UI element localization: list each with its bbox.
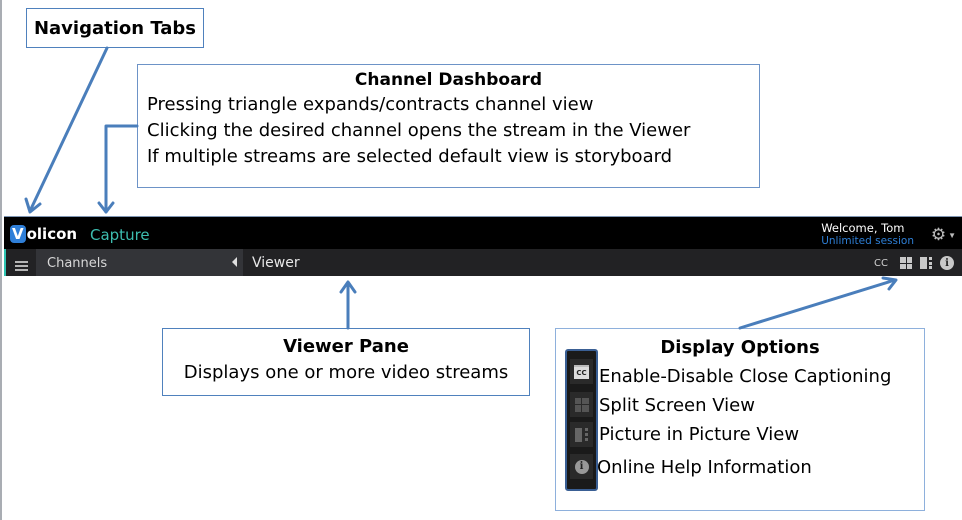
display-option-label: Picture in Picture View bbox=[599, 424, 800, 445]
session-status: Unlimited session bbox=[821, 235, 914, 247]
display-option-label: Online Help Information bbox=[597, 457, 812, 478]
collapse-channels-triangle-icon[interactable] bbox=[232, 257, 237, 267]
volicon-logo[interactable]: Volicon bbox=[10, 225, 77, 243]
hamburger-icon bbox=[14, 260, 28, 271]
display-options-toolbar: CC i bbox=[874, 254, 954, 272]
channels-panel-header: Channels bbox=[36, 249, 243, 276]
nav-tab-capture[interactable]: Capture bbox=[90, 226, 150, 244]
display-options-icon-strip: CC i bbox=[565, 349, 598, 491]
navigation-tabs-callout: Navigation Tabs bbox=[26, 8, 204, 48]
callout-title: Channel Dashboard bbox=[354, 70, 543, 90]
display-option-label: Enable-Disable Close Captioning bbox=[599, 366, 892, 387]
callout-title: Navigation Tabs bbox=[33, 17, 197, 39]
viewer-pane-callout: Viewer Pane Displays one or more video s… bbox=[162, 328, 530, 396]
callout-line: If multiple streams are selected default… bbox=[147, 146, 673, 167]
welcome-text: Welcome, Tom bbox=[821, 221, 905, 235]
app-header: Volicon Capture Welcome, Tom Unlimited s… bbox=[4, 216, 962, 250]
user-welcome: Welcome, Tom Unlimited session bbox=[821, 221, 914, 248]
picture-in-picture-icon bbox=[570, 422, 593, 447]
closed-caption-button[interactable]: CC bbox=[874, 258, 888, 269]
display-options-callout: Display Options CC i Enable-Disable Clos… bbox=[555, 328, 925, 511]
picture-in-picture-button[interactable] bbox=[920, 257, 932, 269]
info-icon: i bbox=[570, 454, 593, 479]
viewer-arrowhead bbox=[339, 280, 357, 294]
split-screen-icon bbox=[570, 392, 593, 417]
display-option-label: Split Screen View bbox=[599, 395, 755, 416]
channels-label[interactable]: Channels bbox=[47, 256, 107, 271]
display-options-arrow-line bbox=[738, 278, 897, 330]
nav-tabs-arrow-line bbox=[28, 46, 109, 213]
channel-dashboard-callout: Channel Dashboard Pressing triangle expa… bbox=[137, 64, 760, 188]
dashboard-arrowhead bbox=[97, 201, 115, 214]
split-screen-button[interactable] bbox=[900, 257, 912, 269]
window-edge bbox=[0, 0, 2, 520]
viewer-label: Viewer bbox=[252, 255, 300, 271]
display-options-arrowhead bbox=[881, 276, 898, 291]
closed-caption-icon: CC bbox=[570, 359, 593, 384]
menu-button[interactable] bbox=[6, 249, 36, 276]
dashboard-arrow-line bbox=[104, 124, 139, 214]
info-button[interactable]: i bbox=[940, 256, 954, 270]
callout-title: Viewer Pane bbox=[283, 336, 409, 357]
callout-line: Pressing triangle expands/contracts chan… bbox=[147, 94, 594, 115]
callout-line: Displays one or more video streams bbox=[183, 362, 509, 383]
settings-button[interactable]: ⚙ ▼ bbox=[931, 225, 956, 245]
callout-title: Display Options bbox=[660, 337, 820, 358]
callout-line: Clicking the desired channel opens the s… bbox=[147, 120, 691, 141]
caret-down-icon: ▼ bbox=[948, 230, 956, 240]
gear-icon: ⚙ bbox=[930, 225, 947, 244]
app-toolbar: Channels Viewer CC i bbox=[4, 249, 962, 276]
nav-tabs-arrowhead bbox=[24, 197, 42, 214]
